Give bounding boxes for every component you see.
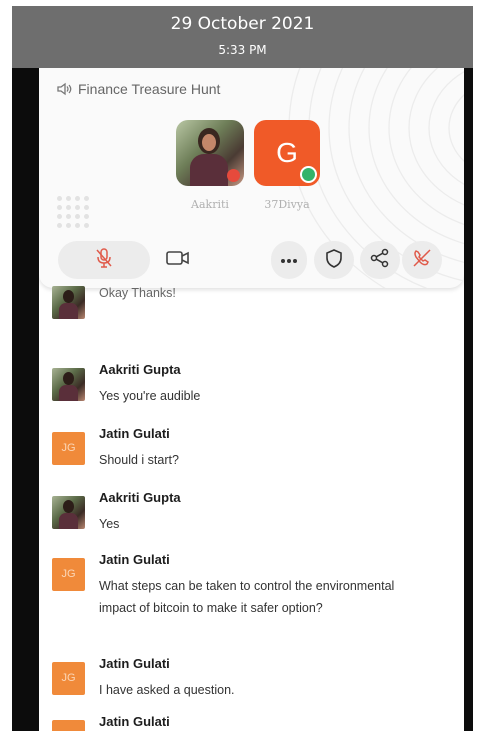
app-screen: Finance Treasure Hunt Aakriti G 37Divya [39, 68, 464, 731]
video-camera-icon [165, 249, 191, 272]
status-date: 29 October 2021 [170, 14, 315, 34]
participant-avatar: G [254, 120, 320, 186]
author-avatar [52, 368, 85, 401]
end-call-icon [411, 247, 433, 274]
mic-muted-icon [94, 247, 114, 274]
room-title: Finance Treasure Hunt [56, 81, 220, 97]
left-letterbox [12, 68, 39, 731]
participant-name: 37Divya [264, 198, 310, 211]
participant-tile[interactable]: Aakriti [175, 120, 245, 211]
author-name: Jatin Gulati [99, 552, 170, 567]
active-badge-icon [300, 166, 317, 183]
dots-pattern [57, 196, 89, 228]
message-text: Should i start? [99, 453, 179, 467]
more-icon [280, 251, 298, 269]
author-avatar: JG [52, 662, 85, 695]
participant-avatar [176, 120, 244, 186]
author-name: Aakriti Gupta [99, 490, 181, 505]
muted-badge-icon [227, 169, 240, 182]
author-name: Jatin Gulati [99, 656, 170, 671]
right-letterbox [464, 68, 473, 731]
author-name: Aakriti Gupta [99, 362, 181, 377]
speaker-icon [56, 82, 72, 96]
mic-toggle-button[interactable] [58, 241, 150, 279]
camera-toggle-button[interactable] [157, 241, 199, 279]
participant-name: Aakriti [191, 198, 229, 211]
message-text: Yes you're audible [99, 389, 201, 403]
status-bar: 29 October 2021 5:33 PM [12, 6, 473, 68]
author-avatar [52, 496, 85, 529]
shield-icon [325, 248, 343, 273]
participant-tile[interactable]: G 37Divya [252, 120, 322, 211]
end-call-button[interactable] [402, 241, 442, 279]
message-text: I have asked a question. [99, 683, 235, 697]
author-avatar: JG [52, 558, 85, 591]
security-button[interactable] [314, 241, 354, 279]
message-text: Yes [99, 517, 120, 531]
message-text: What steps can be taken to control the e… [99, 579, 395, 615]
avatar-initial: G [276, 137, 298, 168]
share-button[interactable] [360, 241, 400, 279]
call-header-card: Finance Treasure Hunt Aakriti G 37Divya [39, 68, 464, 288]
room-title-text: Finance Treasure Hunt [78, 81, 221, 97]
more-options-button[interactable] [271, 241, 307, 279]
status-time: 5:33 PM [218, 43, 267, 57]
author-avatar: JG [52, 720, 85, 731]
author-name: Jatin Gulati [99, 426, 170, 441]
author-avatar [52, 286, 85, 319]
share-icon [370, 248, 390, 273]
author-name: Jatin Gulati [99, 714, 170, 729]
message-text: Okay Thanks! [99, 286, 176, 300]
author-avatar: JG [52, 432, 85, 465]
